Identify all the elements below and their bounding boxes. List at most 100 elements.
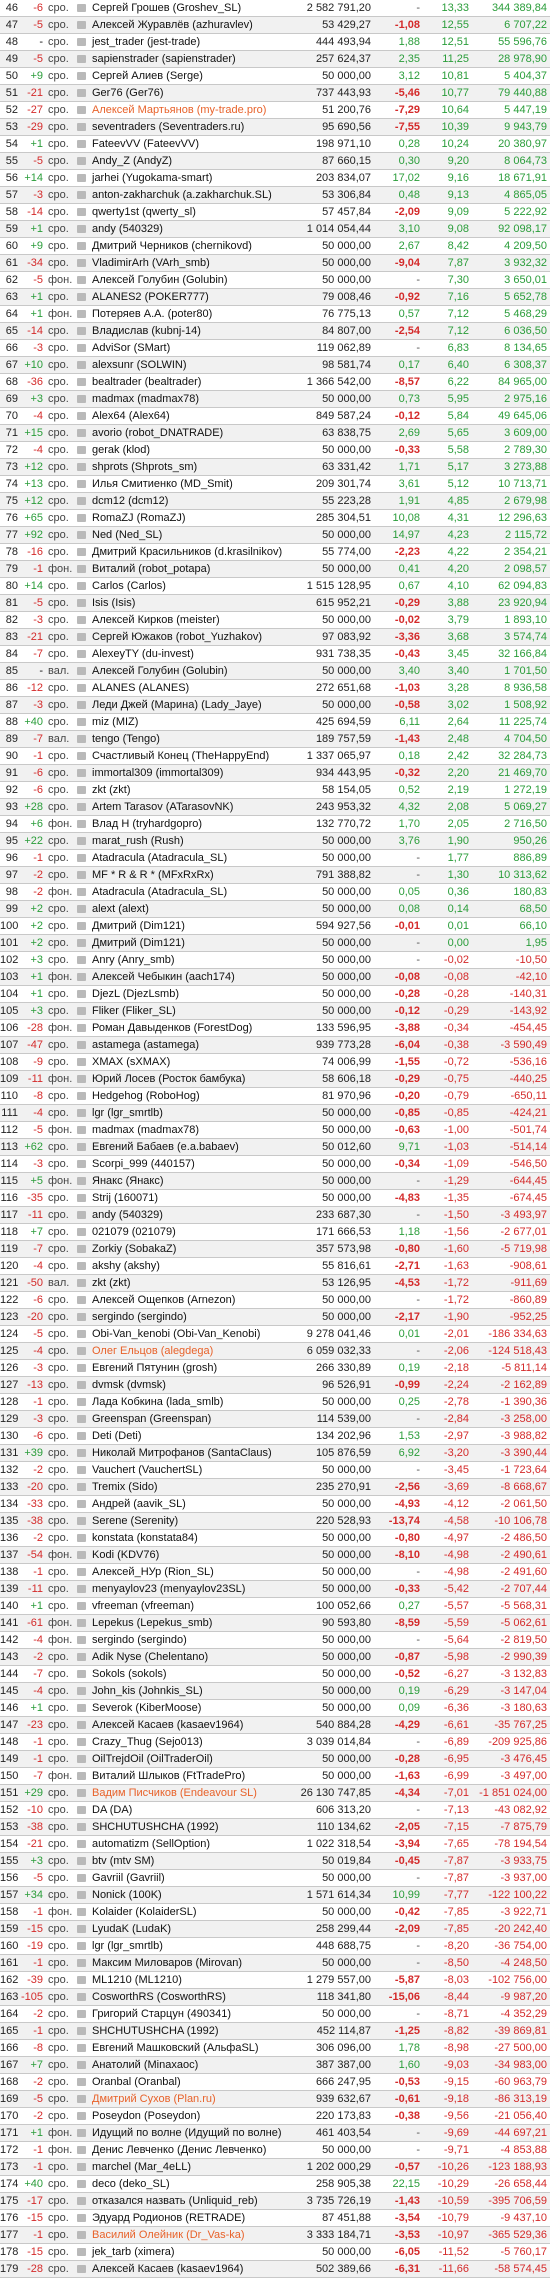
participant-name-link[interactable]: Fliker (Fliker_SL) [90, 1003, 293, 1019]
participant-name-link[interactable]: Алексей Касаев (kasaev1964) [90, 1717, 293, 1733]
participant-name-link[interactable]: astamega (astamega) [90, 1037, 293, 1053]
participant-name-link[interactable]: gerak (klod) [90, 442, 293, 458]
participant-name-link[interactable]: LyudaK (LudaK) [90, 1921, 293, 1937]
participant-name-link[interactable]: Алексей_НУр (Rion_SL) [90, 1564, 293, 1580]
participant-name-link[interactable]: Severok (KiberMoose) [90, 1700, 293, 1716]
participant-name-link[interactable]: lgr (lgr_smrtlb) [90, 1105, 293, 1121]
participant-name-link[interactable]: deco (deko_SL) [90, 2176, 293, 2192]
participant-name-link[interactable]: Владислав (kubnj-14) [90, 323, 293, 339]
participant-name-link[interactable]: AlexeyTY (du-invest) [90, 646, 293, 662]
participant-name-link[interactable]: konstata (konstata84) [90, 1530, 293, 1546]
participant-name-link[interactable]: Григорий Старцун (490341) [90, 2006, 293, 2022]
participant-name-link[interactable]: Дмитрий (Dim121) [90, 918, 293, 934]
participant-name-link[interactable]: shprots (Shprots_sm) [90, 459, 293, 475]
participant-name-link[interactable]: Юрий Лосев (Росток бамбука) [90, 1071, 293, 1087]
participant-name-link[interactable]: qwerty1st (qwerty_sl) [90, 204, 293, 220]
participant-name-link[interactable]: Poseydon (Poseydon) [90, 2108, 293, 2124]
participant-name-link[interactable]: AdviSor (SMart) [90, 340, 293, 356]
participant-name-link[interactable]: automatizm (SellOption) [90, 1836, 293, 1852]
participant-name-link[interactable]: btv (mtv SM) [90, 1853, 293, 1869]
participant-name-link[interactable]: zkt (zkt) [90, 1275, 293, 1291]
participant-name-link[interactable]: Алексей Касаев (kasaev1964) [90, 2261, 293, 2277]
participant-name-link[interactable]: bealtrader (bealtrader) [90, 374, 293, 390]
participant-name-link[interactable]: Дмитрий Красильников (d.krasilnikov) [90, 544, 293, 560]
participant-name-link[interactable]: Евгений Машковский (АльфаSL) [90, 2040, 293, 2056]
participant-name-link[interactable]: Crazy_Thug (Sejo013) [90, 1734, 293, 1750]
participant-name-link[interactable]: Евгений Пятунин (grosh) [90, 1360, 293, 1376]
participant-name-link[interactable]: MF * R & R * (MFxRxRx) [90, 867, 293, 883]
participant-name-link[interactable]: Hedgehog (RoboHog) [90, 1088, 293, 1104]
participant-name-link[interactable]: Влад Н (tryhardgopro) [90, 816, 293, 832]
participant-name-link[interactable]: Алексей Голубин (Golubin) [90, 663, 293, 679]
participant-name-link[interactable]: Дмитрий Сухов (Plan.ru) [90, 2091, 293, 2107]
participant-name-link[interactable]: Artem Tarasov (ATarasovNK) [90, 799, 293, 815]
participant-name-link[interactable]: Василий Олейник (Dr_Vas-ka) [90, 2227, 293, 2243]
participant-name-link[interactable]: Isis (Isis) [90, 595, 293, 611]
participant-name-link[interactable]: madmax (madmax78) [90, 1122, 293, 1138]
participant-name-link[interactable]: Алексей Голубин (Golubin) [90, 272, 293, 288]
participant-name-link[interactable]: DjezL (DjezLsmb) [90, 986, 293, 1002]
participant-name-link[interactable]: Tremix (Sido) [90, 1479, 293, 1495]
participant-name-link[interactable]: Obi-Van_kenobi (Obi-Van_Kenobi) [90, 1326, 293, 1342]
participant-name-link[interactable]: DA (DA) [90, 1802, 293, 1818]
participant-name-link[interactable]: Алексей Чебыкин (aach174) [90, 969, 293, 985]
participant-name-link[interactable]: lgr (lgr_smrtlb) [90, 1938, 293, 1954]
participant-name-link[interactable]: jarhei (Yugokama-smart) [90, 170, 293, 186]
participant-name-link[interactable]: Эдуард Родионов (RETRADE) [90, 2210, 293, 2226]
participant-name-link[interactable]: Nonick (100K) [90, 1887, 293, 1903]
participant-name-link[interactable]: Gavriil (Gavriil) [90, 1870, 293, 1886]
participant-name-link[interactable]: Adik Nyse (Chelentano) [90, 1649, 293, 1665]
participant-name-link[interactable]: Kolaider (KolaiderSL) [90, 1904, 293, 1920]
participant-name-link[interactable]: ALANES (ALANES) [90, 680, 293, 696]
participant-name-link[interactable]: vfreeman (vfreeman) [90, 1598, 293, 1614]
participant-name-link[interactable]: alext (alext) [90, 901, 293, 917]
participant-name-link[interactable]: Максим Миловаров (Mirovan) [90, 1955, 293, 1971]
participant-name-link[interactable]: Scorpi_999 (440157) [90, 1156, 293, 1172]
participant-name-link[interactable]: Анатолий (Minaxaoc) [90, 2057, 293, 2073]
participant-name-link[interactable]: XMAX (sXMAX) [90, 1054, 293, 1070]
participant-name-link[interactable]: Deti (Deti) [90, 1428, 293, 1444]
participant-name-link[interactable]: Алексей Мартьянов (my-trade.pro) [90, 102, 293, 118]
participant-name-link[interactable]: SHCHUTUSHCHA (1992) [90, 2023, 293, 2039]
participant-name-link[interactable]: Илья Смитиенко (MD_Smit) [90, 476, 293, 492]
participant-name-link[interactable]: VladimirArh (VArh_smb) [90, 255, 293, 271]
participant-name-link[interactable]: Алексей Кирков (meister) [90, 612, 293, 628]
participant-name-link[interactable]: Carlos (Carlos) [90, 578, 293, 594]
participant-name-link[interactable]: Vauchert (VauchertSL) [90, 1462, 293, 1478]
participant-name-link[interactable]: Николай Митрофанов (SantaClaus) [90, 1445, 293, 1461]
participant-name-link[interactable]: Lepekus (Lepekus_smb) [90, 1615, 293, 1631]
participant-name-link[interactable]: 021079 (021079) [90, 1224, 293, 1240]
participant-name-link[interactable]: Счастливый Конец (TheHappyEnd) [90, 748, 293, 764]
participant-name-link[interactable]: zkt (zkt) [90, 782, 293, 798]
participant-name-link[interactable]: отказался назвать (Unliquid_reb) [90, 2193, 293, 2209]
participant-name-link[interactable]: anton-zakharchuk (a.zakharchuk.SL) [90, 187, 293, 203]
participant-name-link[interactable]: Дмитрий (Dim121) [90, 935, 293, 951]
participant-name-link[interactable]: Andy_Z (AndyZ) [90, 153, 293, 169]
participant-name-link[interactable]: Oranbal (Oranbal) [90, 2074, 293, 2090]
participant-name-link[interactable]: Евгений Бабаев (e.a.babaev) [90, 1139, 293, 1155]
participant-name-link[interactable]: madmax (madmax78) [90, 391, 293, 407]
participant-name-link[interactable]: Greenspan (Greenspan) [90, 1411, 293, 1427]
participant-name-link[interactable]: Ned (Ned_SL) [90, 527, 293, 543]
participant-name-link[interactable]: miz (MIZ) [90, 714, 293, 730]
participant-name-link[interactable]: Дмитрий Черников (chernikovd) [90, 238, 293, 254]
participant-name-link[interactable]: seventraders (Seventraders.ru) [90, 119, 293, 135]
participant-name-link[interactable]: jek_tarb (ximera) [90, 2244, 293, 2260]
participant-name-link[interactable]: Atadracula (Atadracula_SL) [90, 884, 293, 900]
participant-name-link[interactable]: avorio (robot_DNATRADE) [90, 425, 293, 441]
participant-name-link[interactable]: Сергей Грошев (Groshev_SL) [90, 0, 293, 16]
participant-name-link[interactable]: Идущий по волне (Идущий по волне) [90, 2125, 293, 2141]
participant-name-link[interactable]: marchel (Mar_4eLL) [90, 2159, 293, 2175]
participant-name-link[interactable]: sergindo (sergindo) [90, 1632, 293, 1648]
participant-name-link[interactable]: John_kis (Johnkis_SL) [90, 1683, 293, 1699]
participant-name-link[interactable]: RomaZJ (RomaZJ) [90, 510, 293, 526]
participant-name-link[interactable]: SHCHUTUSHCHA (1992) [90, 1819, 293, 1835]
participant-name-link[interactable]: sergindo (sergindo) [90, 1309, 293, 1325]
participant-name-link[interactable]: ALANES2 (POKER777) [90, 289, 293, 305]
participant-name-link[interactable]: Андрей (aavik_SL) [90, 1496, 293, 1512]
participant-name-link[interactable]: dcm12 (dcm12) [90, 493, 293, 509]
participant-name-link[interactable]: Лада Кобкина (lada_smlb) [90, 1394, 293, 1410]
participant-name-link[interactable]: tengo (Tengo) [90, 731, 293, 747]
participant-name-link[interactable]: Вадим Писчиков (Endeavour SL) [90, 1785, 293, 1801]
participant-name-link[interactable]: Serene (Serenity) [90, 1513, 293, 1529]
